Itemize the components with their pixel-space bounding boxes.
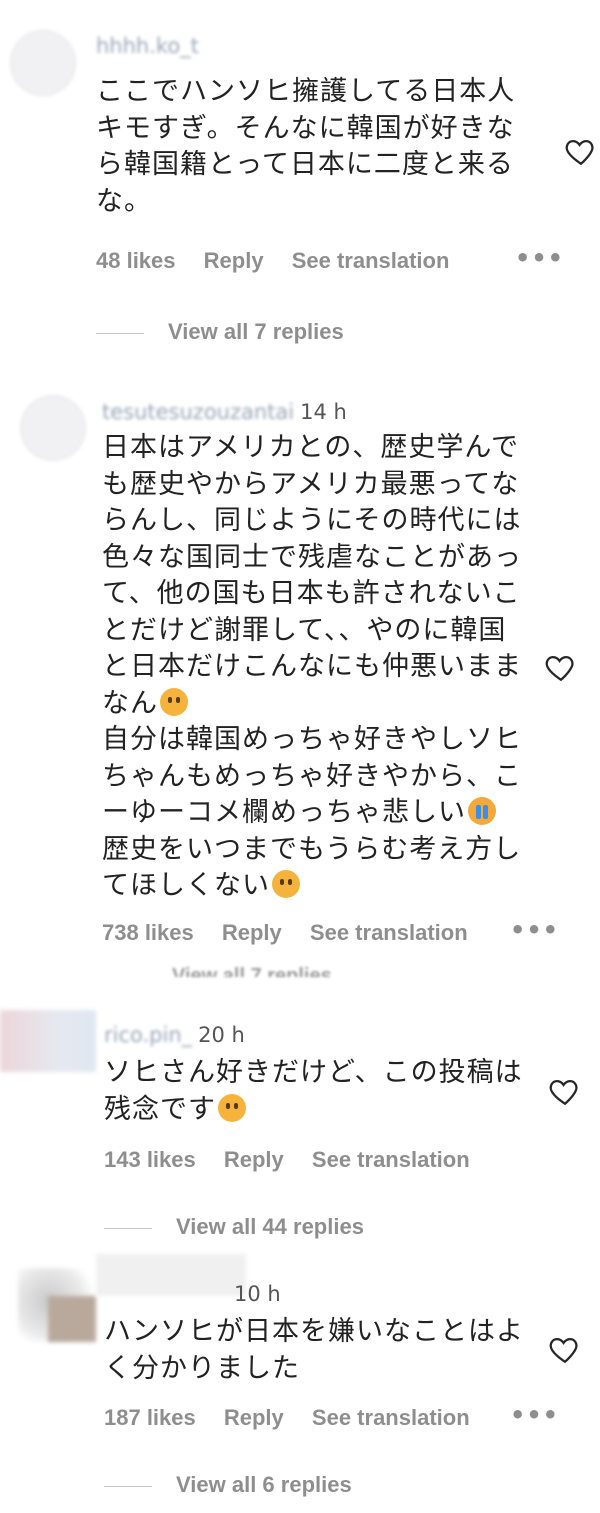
reply-button[interactable]: Reply	[224, 1405, 284, 1430]
more-options-icon[interactable]: •••	[510, 916, 559, 944]
comment-actions: 48 likes Reply See translation	[96, 248, 471, 274]
text-line: なん	[102, 686, 522, 723]
view-replies-partial[interactable]: View all 7 replies	[172, 965, 332, 977]
comment-text: ここでハンソヒ擁護してる日本人 キモすぎ。そんなに韓国が好きな ら韓国籍とって日…	[96, 76, 516, 217]
text-line: とだけど謝罪して、、やのに韓国	[102, 614, 507, 646]
view-replies-button[interactable]: View all 6 replies	[104, 1472, 352, 1498]
view-replies-label: View all 6 replies	[176, 1472, 352, 1497]
see-translation-button[interactable]: See translation	[310, 920, 468, 945]
avatar[interactable]	[0, 1010, 96, 1072]
more-options-icon[interactable]: •••	[510, 1401, 559, 1429]
text-line: 自分は韓国めっちゃ好きやしソヒ	[102, 724, 522, 755]
likes-count[interactable]: 48 likes	[96, 248, 176, 273]
text-line: てほしくない	[102, 868, 522, 905]
username[interactable]: rico.pin_	[104, 1023, 192, 1047]
view-replies-button[interactable]: View all 44 replies	[104, 1214, 364, 1240]
timestamp: 10 h	[234, 1282, 281, 1306]
text-line: らんし、同じようにその時代には	[102, 505, 522, 536]
text-line: て、他の国も日本も許されないこ	[102, 578, 521, 609]
divider-line	[96, 332, 144, 334]
likes-count[interactable]: 738 likes	[102, 920, 194, 945]
comment-actions: 143 likes Reply See translation	[104, 1147, 492, 1173]
loudly-crying-face-icon	[468, 797, 496, 825]
avatar[interactable]	[10, 30, 76, 96]
heart-outline-icon[interactable]	[548, 1074, 582, 1108]
reply-button[interactable]: Reply	[224, 1147, 284, 1172]
comment-actions: 738 likes Reply See translation	[102, 920, 490, 946]
heart-outline-icon[interactable]	[564, 134, 598, 168]
view-replies-button[interactable]: View all 7 replies	[96, 319, 344, 345]
comment-text: ソヒさん好きだけど、この投稿は 残念です	[104, 1055, 523, 1128]
divider-line	[104, 1485, 152, 1487]
crying-face-icon	[272, 870, 300, 898]
comment-actions: 187 likes Reply See translation	[104, 1405, 492, 1431]
text-line: ソヒさん好きだけど、この投稿は	[104, 1057, 523, 1088]
see-translation-button[interactable]: See translation	[312, 1405, 470, 1430]
text-line: 残念です	[104, 1092, 523, 1129]
text-line-part: 残念です	[104, 1093, 216, 1125]
more-options-icon[interactable]: •••	[515, 244, 564, 272]
text-line-part: なん	[102, 687, 158, 719]
text-line: 歴史をいつまでもうらむ考え方し	[102, 833, 522, 865]
username[interactable]: hhhh.ko_t	[96, 34, 199, 58]
text-line: ーゆーコメ欄めっちゃ悲しい	[102, 795, 522, 832]
reply-button[interactable]: Reply	[204, 248, 264, 273]
comment-header: 10 h	[104, 1282, 281, 1306]
divider-line	[104, 1227, 152, 1229]
text-line: 色々な国同士で残虐なことがあっ	[102, 541, 522, 573]
see-translation-button[interactable]: See translation	[312, 1147, 470, 1172]
text-line-part: ーゆーコメ欄めっちゃ悲しい	[102, 797, 466, 828]
view-replies-label: View all 7 replies	[168, 319, 344, 344]
crying-face-icon	[160, 687, 188, 716]
likes-count[interactable]: 187 likes	[104, 1405, 196, 1430]
see-translation-button[interactable]: See translation	[292, 248, 450, 273]
crying-face-icon	[218, 1093, 246, 1122]
text-line: も歴史やからアメリカ最悪ってな	[102, 468, 520, 500]
comment-text: 日本はアメリカとの、歴史学んで も歴史やからアメリカ最悪ってな らんし、同じよう…	[102, 430, 522, 905]
username[interactable]: tesutesuzouzantai	[102, 400, 294, 424]
comment-text: ハンソヒが日本を嫌いなことはよ く分かりました	[104, 1316, 524, 1384]
heart-outline-icon[interactable]	[548, 1332, 582, 1366]
avatar[interactable]	[20, 395, 86, 461]
view-replies-label: View all 44 replies	[176, 1214, 364, 1239]
text-line-part: てほしくない	[102, 870, 270, 901]
comment-header: rico.pin_ 20 h	[104, 1023, 245, 1047]
timestamp: 20 h	[198, 1023, 245, 1047]
likes-count[interactable]: 143 likes	[104, 1147, 196, 1172]
heart-outline-icon[interactable]	[544, 650, 578, 684]
text-line: ちゃんもめっちゃ好きやから、こ	[102, 760, 522, 792]
text-line: 日本はアメリカとの、歴史学んで	[102, 432, 520, 463]
timestamp: 14 h	[300, 400, 347, 424]
avatar-overlay	[48, 1296, 96, 1342]
reply-button[interactable]: Reply	[222, 920, 282, 945]
text-line: と日本だけこんなにも仲悪いまま	[102, 651, 522, 682]
comment-header: tesutesuzouzantai 14 h	[102, 400, 347, 424]
comment-header: hhhh.ko_t	[96, 34, 199, 58]
